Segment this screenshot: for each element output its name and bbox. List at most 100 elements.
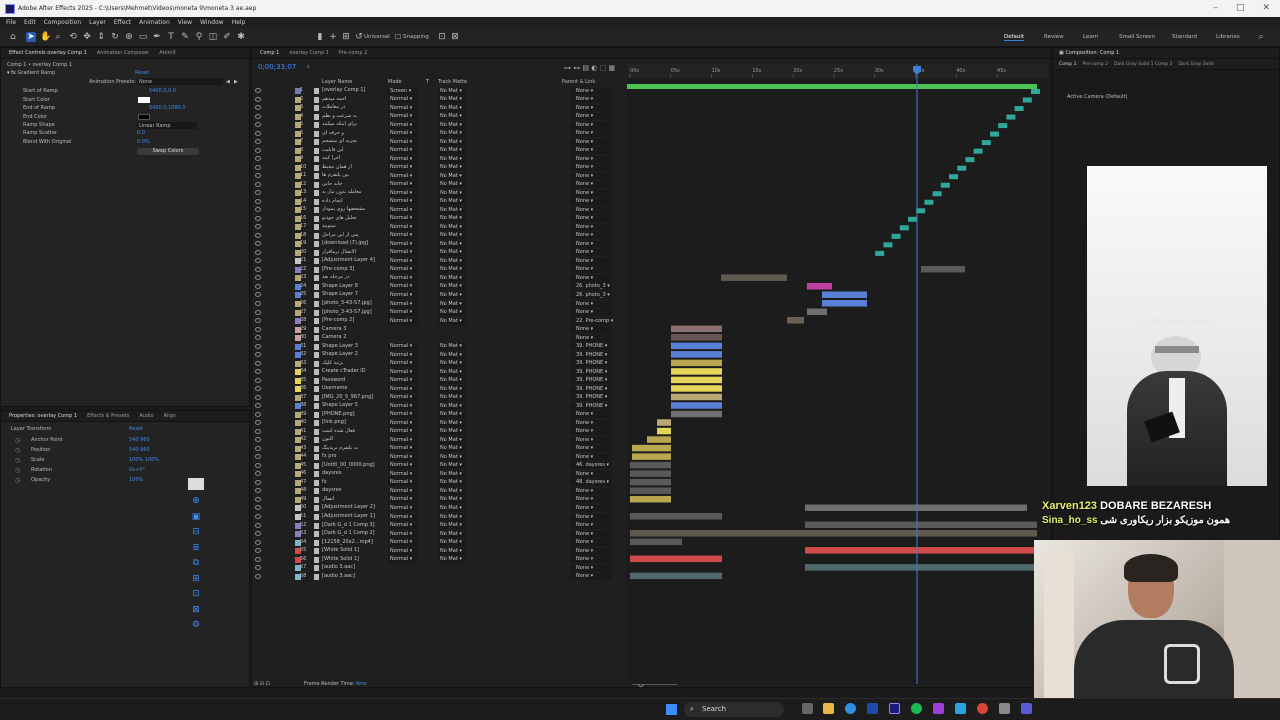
- layer-name[interactable]: [Pre-comp 2]: [322, 317, 377, 323]
- layer-row[interactable]: 55 [White Solid 1] Normal ▾ No Mat ▾ None ▾: [252, 547, 627, 556]
- tab-pre-comp-2[interactable]: Pre-comp 2: [339, 50, 367, 56]
- tab-align[interactable]: Align: [164, 413, 177, 419]
- layer-row[interactable]: 45 [Untitl_00_0000.png] Normal ▾ No Mat ▾ 46…: [252, 462, 627, 471]
- effect-reset-link[interactable]: Reset: [135, 70, 149, 76]
- snapping-label[interactable]: Snapping: [403, 34, 429, 40]
- layer-row[interactable]: 56 [White Solid 1] Normal ▾ No Mat ▾ None ▾: [252, 556, 627, 565]
- layer-name[interactable]: Shape Layer 3: [322, 343, 377, 349]
- visibility-eye-icon[interactable]: [255, 173, 261, 179]
- layer-name[interactable]: Camera 3: [322, 326, 377, 332]
- orbit-tool-icon[interactable]: ⟲: [68, 32, 78, 42]
- visibility-eye-icon[interactable]: [255, 181, 261, 187]
- blend-mode-dropdown[interactable]: Normal ▾: [388, 96, 418, 104]
- layer-row[interactable]: 3 در معاملات Normal ▾ No Mat ▾ None ▾: [252, 104, 627, 113]
- blend-mode-dropdown[interactable]: Normal ▾: [388, 283, 418, 291]
- visibility-eye-icon[interactable]: [255, 122, 261, 128]
- layer-name[interactable]: تجربه ای منسجم: [322, 138, 377, 144]
- blend-mode-dropdown[interactable]: Normal ▾: [388, 504, 418, 512]
- layer-name[interactable]: مشخصها روی نمودار: [322, 206, 377, 212]
- layer-name[interactable]: احمد میدهم: [322, 96, 377, 102]
- layer-row[interactable]: 12 جابه جایی Normal ▾ No Mat ▾ None ▾: [252, 181, 627, 190]
- visibility-eye-icon[interactable]: [255, 522, 261, 528]
- track-matte-dropdown[interactable]: No Mat ▾: [438, 385, 466, 393]
- track-matte-dropdown[interactable]: No Mat ▾: [438, 360, 466, 368]
- layer-row[interactable]: 39 [PHONE.png] Normal ▾ No Mat ▾ None ▾: [252, 411, 627, 420]
- end-of-ramp-value[interactable]: 5400.0,1080.0: [149, 105, 186, 111]
- snapping-options-icon[interactable]: ⊡: [437, 32, 447, 42]
- stopwatch-scale-icon[interactable]: ◷: [15, 457, 20, 464]
- parent-link-dropdown[interactable]: None ▾: [570, 96, 612, 104]
- workspace-libraries[interactable]: Libraries: [1216, 34, 1240, 40]
- timecode-display[interactable]: 0;00;33;07: [258, 63, 296, 71]
- visibility-eye-icon[interactable]: [255, 505, 261, 511]
- blend-value[interactable]: 0.0%: [137, 139, 150, 145]
- visibility-eye-icon[interactable]: [255, 539, 261, 545]
- visibility-eye-icon[interactable]: [255, 249, 261, 255]
- visibility-eye-icon[interactable]: [255, 377, 261, 383]
- tab-effect-controls[interactable]: Effect Controls overlay Comp 1: [9, 50, 87, 56]
- parent-link-dropdown[interactable]: 39. PHONE ▾: [570, 351, 612, 359]
- layer-name[interactable]: در معاملات: [322, 104, 377, 110]
- blend-mode-dropdown[interactable]: Normal ▾: [388, 300, 418, 308]
- blend-mode-dropdown[interactable]: Normal ▾: [388, 121, 418, 129]
- parent-link-dropdown[interactable]: None ▾: [570, 504, 612, 512]
- track-matte-dropdown[interactable]: No Mat ▾: [438, 87, 466, 95]
- blend-mode-dropdown[interactable]: Normal ▾: [388, 436, 418, 444]
- layer-name[interactable]: به پلتفرم تریدینگ: [322, 445, 377, 451]
- tool-icon-5[interactable]: ⧉: [188, 556, 204, 572]
- layer-name[interactable]: جابه جایی: [322, 181, 377, 187]
- visibility-eye-icon[interactable]: [255, 352, 261, 358]
- universal-icon[interactable]: ↺: [354, 32, 364, 42]
- menu-edit[interactable]: Edit: [24, 19, 36, 26]
- col-track-matte[interactable]: Track Matte: [438, 79, 467, 85]
- stopwatch-rotation-icon[interactable]: ◷: [15, 467, 20, 474]
- layer-row[interactable]: 52 [Dark G_d 1 Comp 3] Normal ▾ No Mat ▾ Non…: [252, 522, 627, 531]
- parent-link-dropdown[interactable]: None ▾: [570, 470, 612, 478]
- visibility-eye-icon[interactable]: [255, 479, 261, 485]
- layer-name[interactable]: Shape Layer 8: [322, 283, 377, 289]
- rectangle-tool-icon[interactable]: ▭: [138, 32, 148, 42]
- parent-link-dropdown[interactable]: None ▾: [570, 419, 612, 427]
- blend-mode-dropdown[interactable]: Normal ▾: [388, 104, 418, 112]
- layer-row[interactable]: 1 [overlay Comp 1] Screen ▾ No Mat ▾ None ▾: [252, 87, 627, 96]
- visibility-eye-icon[interactable]: [255, 301, 261, 306]
- parent-link-dropdown[interactable]: None ▾: [570, 138, 612, 146]
- start-icon[interactable]: [666, 704, 677, 715]
- track-matte-dropdown[interactable]: No Mat ▾: [438, 539, 466, 547]
- tab-composition[interactable]: ▣ Composition: Comp 1: [1059, 50, 1119, 56]
- visibility-eye-icon[interactable]: [255, 105, 261, 111]
- layer-name[interactable]: [link.png]: [322, 419, 377, 425]
- layer-row[interactable]: 49 اتصال Normal ▾ No Mat ▾ None ▾: [252, 496, 627, 505]
- layer-row[interactable]: 40 [link.png] Normal ▾ No Mat ▾ None ▾: [252, 419, 627, 428]
- viewer-tab-dark-gray[interactable]: Dark Gray Solid: [1178, 62, 1213, 67]
- parent-link-dropdown[interactable]: None ▾: [570, 522, 612, 530]
- layer-name[interactable]: برای اینکه میکنید: [322, 121, 377, 127]
- track-matte-dropdown[interactable]: No Mat ▾: [438, 147, 466, 155]
- parent-link-dropdown[interactable]: None ▾: [570, 539, 612, 547]
- track-matte-dropdown[interactable]: No Mat ▾: [438, 487, 466, 495]
- workspace-standard[interactable]: Standard: [1172, 34, 1197, 40]
- visibility-eye-icon[interactable]: [255, 224, 261, 230]
- spotify-icon[interactable]: [911, 703, 922, 714]
- selection-tool-icon[interactable]: ➤: [26, 32, 36, 42]
- layer-name[interactable]: معامله بدون نیاز به: [322, 189, 377, 195]
- layer-row[interactable]: 20 الاتصال نرمافزار Normal ▾ No Mat ▾ None ▾: [252, 249, 627, 258]
- track-matte-dropdown[interactable]: No Mat ▾: [438, 215, 466, 223]
- layer-row[interactable]: 6 و حرفه ای Normal ▾ No Mat ▾ None ▾: [252, 130, 627, 139]
- visibility-eye-icon[interactable]: [255, 164, 261, 170]
- parent-link-dropdown[interactable]: 48. daysres ▾: [570, 479, 612, 487]
- parent-link-dropdown[interactable]: 39. PHONE ▾: [570, 385, 612, 393]
- track-matte-dropdown[interactable]: No Mat ▾: [438, 394, 466, 402]
- layer-name[interactable]: [download (7).jpg]: [322, 240, 377, 246]
- visibility-eye-icon[interactable]: [255, 266, 261, 272]
- layer-row[interactable]: 9 اجرا کنید Normal ▾ No Mat ▾ None ▾: [252, 155, 627, 164]
- edge-icon[interactable]: [845, 703, 856, 714]
- parent-link-dropdown[interactable]: None ▾: [570, 326, 612, 334]
- presets-arrow-left-icon[interactable]: ◀: [226, 79, 230, 85]
- track-matte-dropdown[interactable]: No Mat ▾: [438, 121, 466, 129]
- layer-row[interactable]: 14 انجام داده Normal ▾ No Mat ▾ None ▾: [252, 198, 627, 207]
- parent-link-dropdown[interactable]: None ▾: [570, 274, 612, 282]
- grid-icon[interactable]: +: [328, 32, 338, 42]
- layer-name[interactable]: [Adjustment Layer 4]: [322, 257, 377, 263]
- layer-name[interactable]: اتصال: [322, 496, 377, 502]
